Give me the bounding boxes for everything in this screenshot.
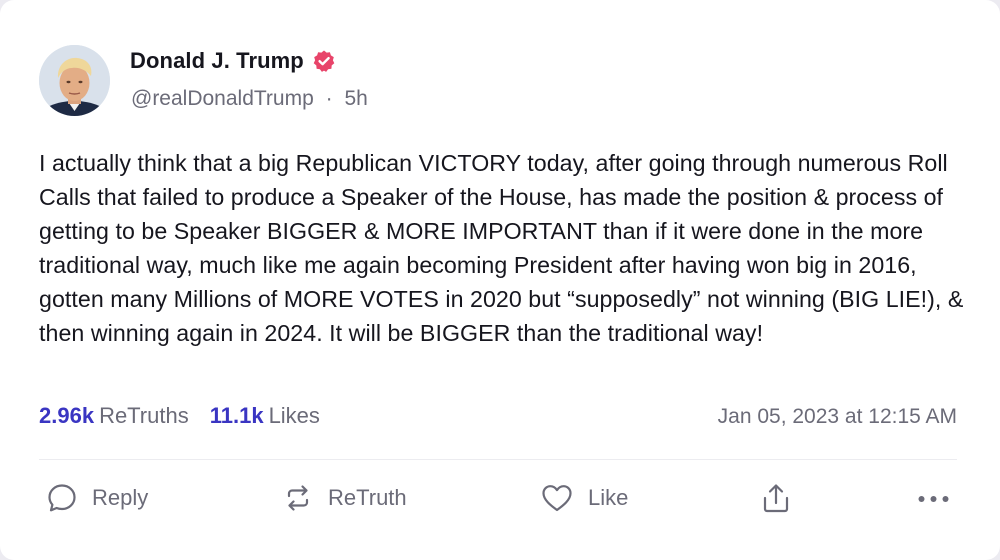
post-age[interactable]: 5h [344, 87, 367, 110]
meta-separator: · [325, 87, 333, 110]
author-name[interactable]: Donald J. Trump [130, 48, 304, 74]
like-label: Like [588, 485, 629, 510]
author-row: Donald J. Trump [130, 48, 336, 74]
more-options-button[interactable] [916, 479, 952, 517]
retruths-label: ReTruths [99, 403, 189, 428]
divider [39, 459, 957, 460]
verified-badge-icon [313, 50, 335, 72]
like-button[interactable]: Like [540, 479, 628, 517]
heart-icon [542, 485, 572, 512]
speech-bubble-icon [48, 484, 76, 512]
share-button[interactable] [760, 479, 792, 517]
likes-label: Likes [268, 403, 320, 428]
post-timestamp: Jan 05, 2023 at 12:15 AM [717, 405, 957, 428]
author-handle[interactable]: @realDonaldTrump [131, 87, 314, 110]
retruth-button[interactable]: ReTruth [282, 479, 407, 517]
retruth-label: ReTruth [328, 485, 407, 510]
post-stats: 2.96k ReTruths 11.1k Likes [39, 403, 320, 429]
reply-label: Reply [92, 485, 149, 510]
post-body: I actually think that a big Republican V… [39, 150, 964, 346]
retruths-stat[interactable]: 2.96k ReTruths [39, 403, 189, 429]
likes-count: 11.1k [209, 403, 264, 428]
repost-arrows-icon [287, 485, 309, 511]
avatar[interactable] [39, 45, 110, 116]
post-card: Donald J. Trump @realDonaldTrump · 5h I … [0, 0, 1000, 560]
share-upload-icon [763, 484, 789, 513]
likes-stat[interactable]: 11.1k Likes [210, 403, 320, 429]
reply-button[interactable]: Reply [46, 479, 148, 517]
retruths-count: 2.96k [39, 403, 95, 428]
more-dots-icon [918, 496, 949, 502]
handle-row: @realDonaldTrump · 5h [131, 87, 368, 111]
